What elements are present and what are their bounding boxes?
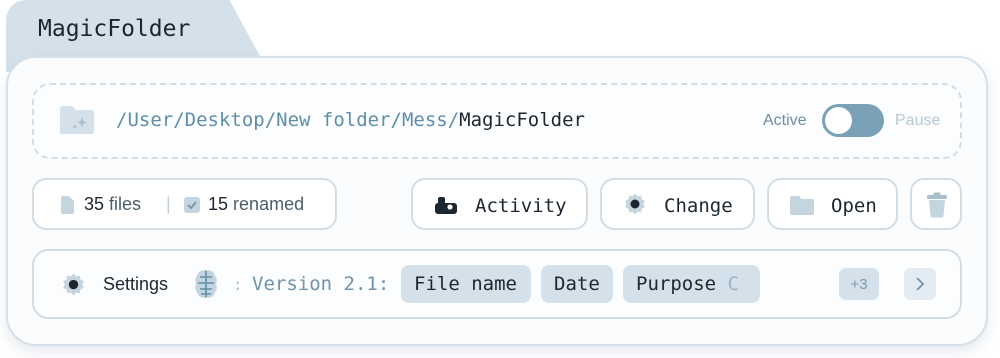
chip-overflow-char: C [727,273,739,295]
toggle-knob [825,107,852,134]
folder-path-prefix: /User/Desktop/New folder/Mess/ [116,109,460,131]
folder-name: MagicFolder [459,109,586,131]
trash-icon [927,192,947,218]
chip-file-name[interactable]: File name [401,265,531,303]
files-count: 35 [84,194,105,214]
files-label: files [109,194,142,214]
settings-gear-icon [63,273,84,296]
chip-date[interactable]: Date [541,265,613,303]
gear-icon [625,193,645,215]
activity-button[interactable]: Activity [411,178,588,230]
change-button[interactable]: Change [600,178,755,230]
next-chips-button[interactable] [904,268,936,300]
active-pause-toggle[interactable] [822,104,884,137]
status-pause-label: Pause [895,112,941,129]
file-icon [61,196,74,214]
folder-icon [790,196,814,215]
renamed-count: 15 [208,194,229,214]
chevron-right-icon [916,277,925,291]
folder-path: /User/Desktop/New folder/Mess/MagicFolde… [116,109,585,131]
status-active-label: Active [763,112,807,129]
stats-separator: | [166,194,171,214]
settings-label[interactable]: Settings [103,274,168,295]
open-button[interactable]: Open [767,178,898,230]
renamed-stat: 15 renamed [208,194,304,215]
magic-folder-icon [60,106,94,134]
activity-label: Activity [475,195,567,217]
files-stat: 35 files [84,194,141,215]
more-chips-count[interactable]: +3 [839,268,879,300]
version-text: Version 2.1: [252,273,390,295]
chip-purpose[interactable]: Purpose C [623,265,760,303]
open-label: Open [831,195,877,217]
change-label: Change [664,195,733,217]
ai-brain-icon [195,270,217,298]
settings-colon: : [233,275,243,294]
delete-button[interactable] [910,178,962,230]
activity-icon [435,197,457,214]
file-stats: 35 files | 15 renamed [32,178,337,230]
checkbox-icon [184,197,200,213]
renamed-label: renamed [233,194,305,214]
chip-purpose-label: Purpose [636,273,717,295]
window-title: MagicFolder [38,16,191,42]
